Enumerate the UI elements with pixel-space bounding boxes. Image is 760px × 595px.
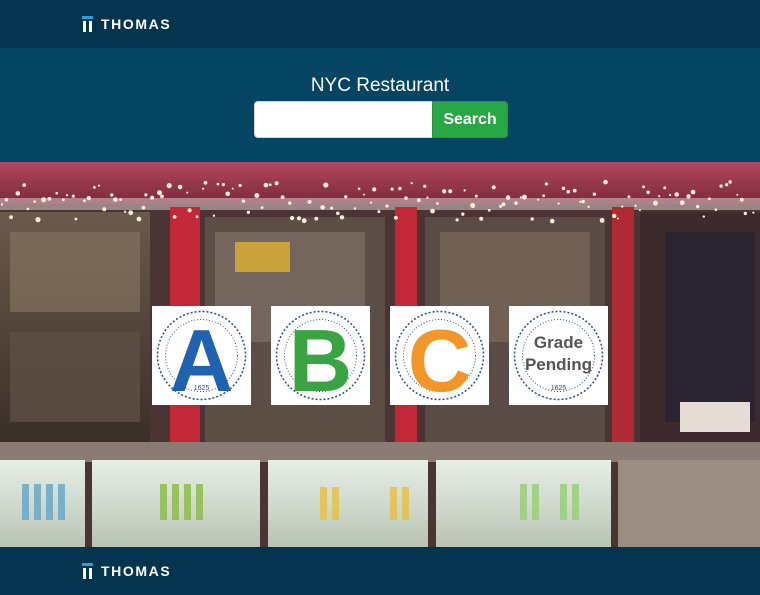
- svg-text:A: A: [170, 311, 234, 405]
- thomas-logo[interactable]: THOMAS: [82, 14, 171, 34]
- thomas-logo-icon: [82, 563, 93, 579]
- grade-a-icon: 1625 A: [156, 310, 247, 405]
- storefront-background-image: [0, 162, 760, 547]
- svg-text:C: C: [408, 311, 472, 405]
- grade-c-card[interactable]: 1625 C: [390, 306, 489, 405]
- grade-c-icon: 1625 C: [394, 310, 485, 405]
- grade-a-card[interactable]: 1625 A: [152, 306, 251, 405]
- top-navbar: THOMAS: [0, 0, 760, 48]
- svg-text:Grade: Grade: [534, 333, 583, 352]
- grade-pending-card[interactable]: 1625 Grade Pending: [509, 306, 608, 405]
- svg-text:B: B: [289, 311, 353, 405]
- svg-text:1625: 1625: [551, 385, 567, 392]
- hero-banner: 1625 A 1625 B 1625 C 1625 Grade Pending: [0, 162, 760, 547]
- svg-text:Pending: Pending: [525, 355, 592, 374]
- footer-logo-text: THOMAS: [101, 563, 172, 579]
- grade-pending-icon: 1625 Grade Pending: [513, 310, 604, 401]
- search-section: NYC Restaurant Search: [0, 48, 760, 162]
- thomas-logo-icon: [82, 16, 93, 32]
- grade-b-card[interactable]: 1625 B: [271, 306, 370, 405]
- footer: THOMAS: [0, 547, 760, 595]
- grade-b-icon: 1625 B: [275, 310, 366, 405]
- search-button[interactable]: Search: [432, 101, 508, 138]
- search-title: NYC Restaurant: [310, 75, 450, 96]
- search-input[interactable]: [254, 101, 432, 138]
- footer-thomas-logo[interactable]: THOMAS: [82, 561, 171, 581]
- logo-text: THOMAS: [101, 16, 172, 32]
